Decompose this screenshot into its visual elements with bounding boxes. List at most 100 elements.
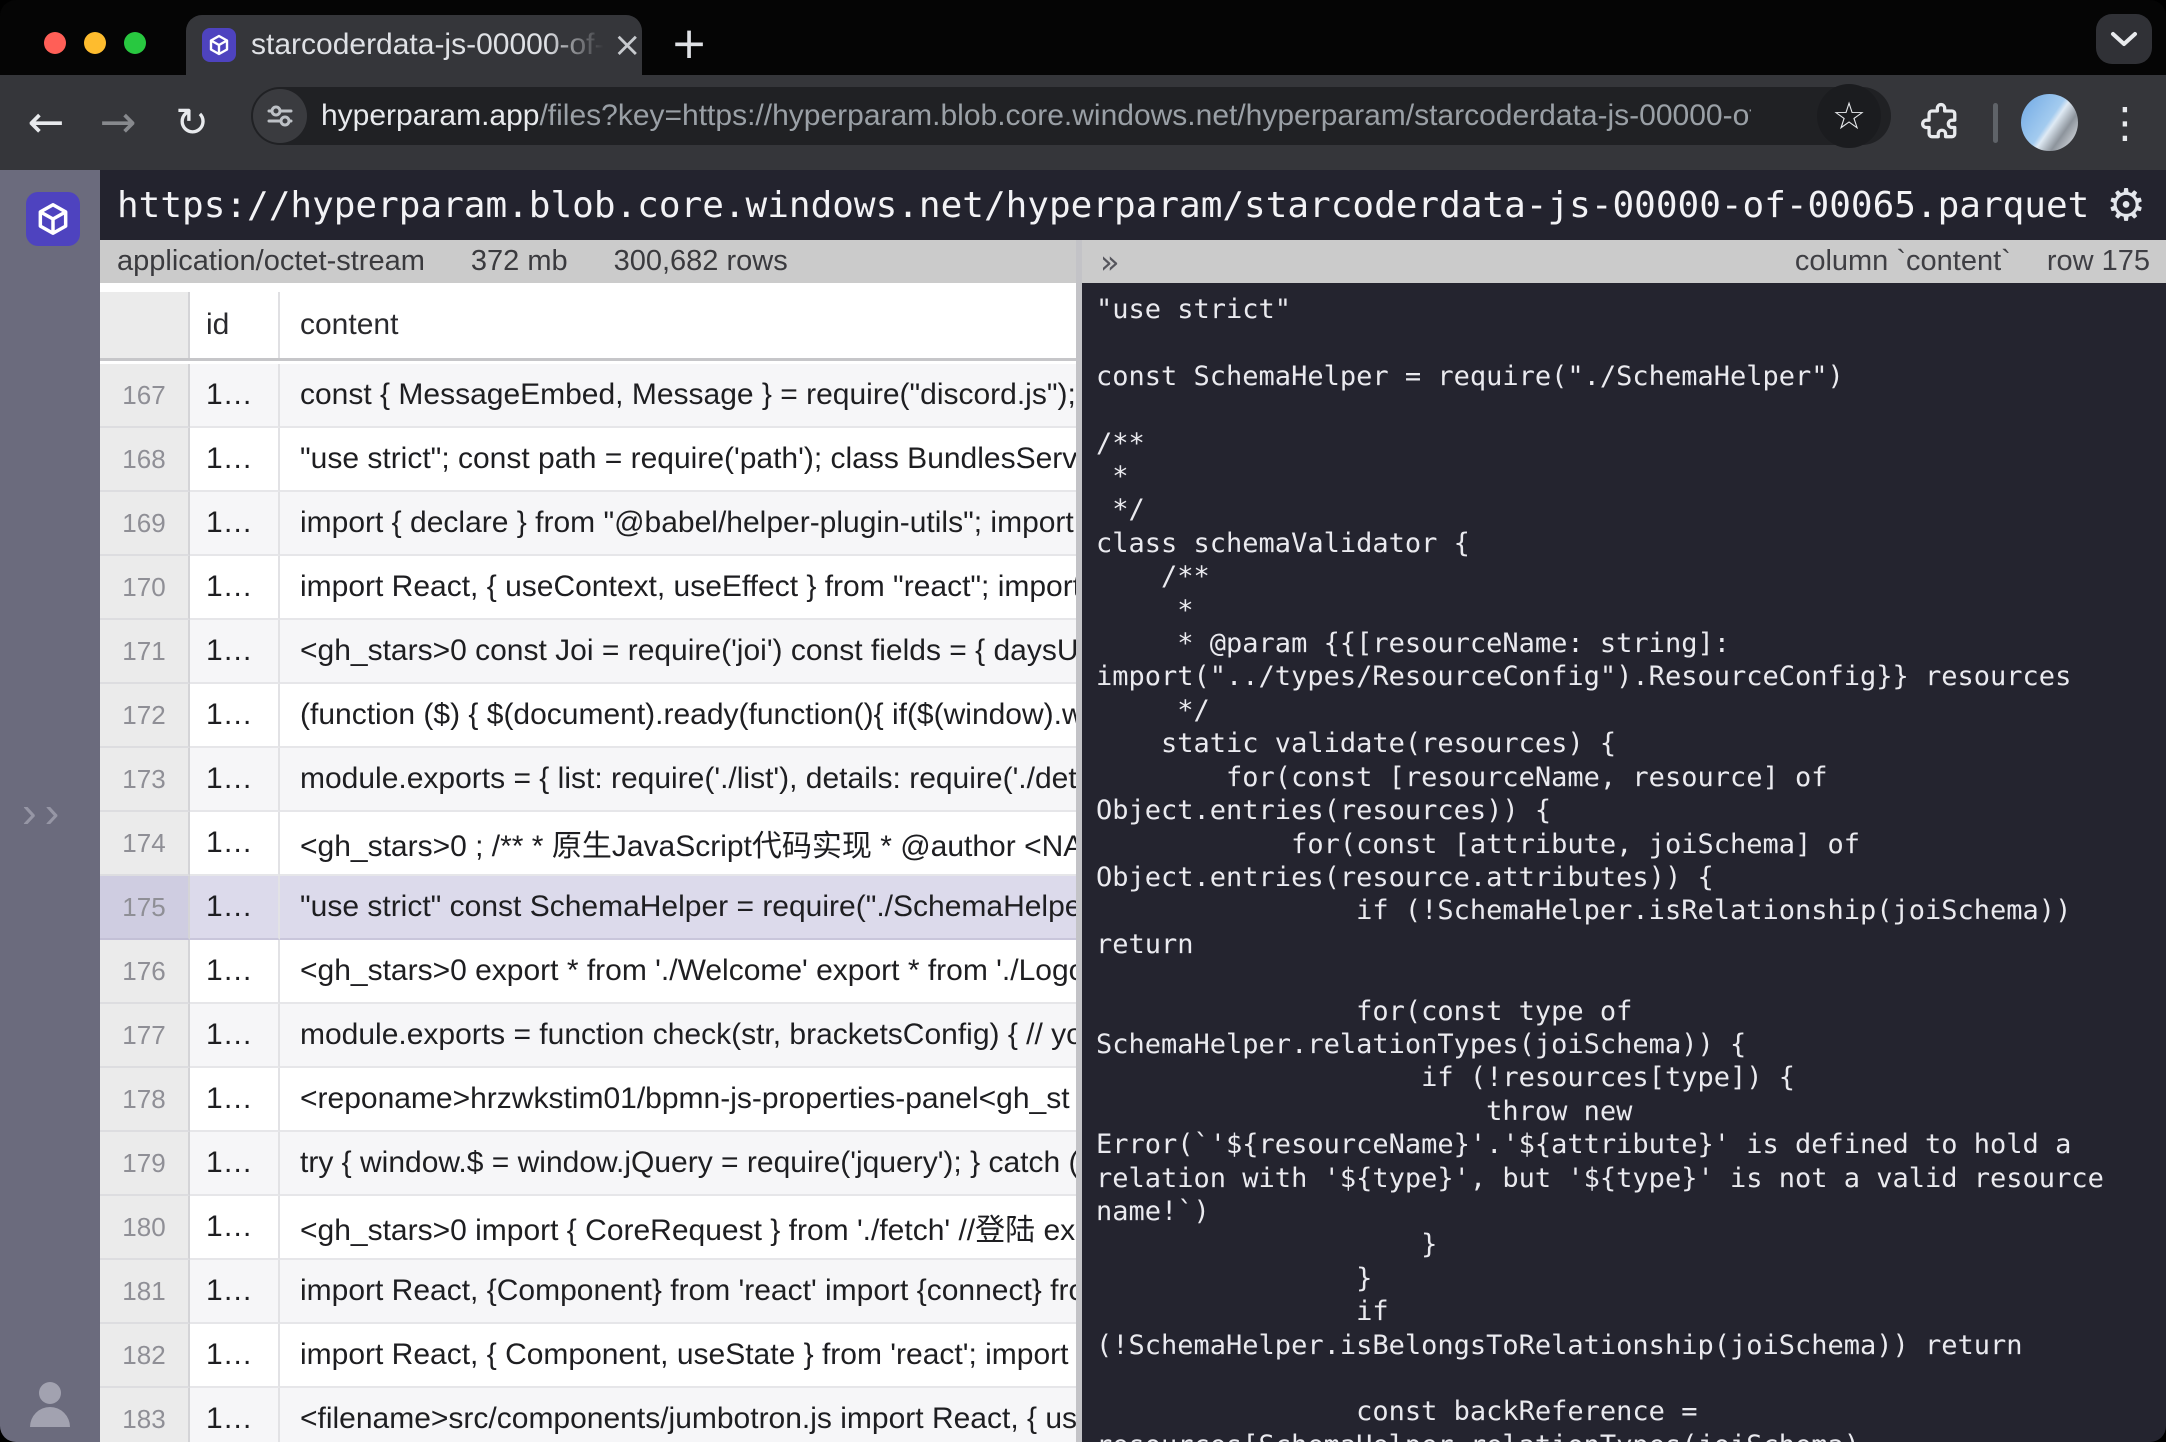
row-number: 173	[100, 748, 190, 812]
table-row[interactable]: 1731…module.exports = { list: require('.…	[100, 748, 1076, 812]
table-row[interactable]: 1811…import React, {Component} from 'rea…	[100, 1260, 1076, 1324]
cell-content: import React, { Component, useState } fr…	[280, 1324, 1076, 1388]
cell-detail-panel: "use strict" const SchemaHelper = requir…	[1082, 283, 2166, 1442]
cell-id: 1…	[190, 1132, 280, 1196]
toolbar-divider	[1993, 103, 1998, 143]
row-number: 172	[100, 684, 190, 748]
table-row[interactable]: 1681…"use strict"; const path = require(…	[100, 428, 1076, 492]
row-count: 300,682 rows	[614, 245, 788, 278]
chevron-down-icon	[2109, 30, 2139, 48]
table-header: id content	[100, 292, 1076, 361]
user-profile-icon[interactable]	[24, 1379, 76, 1432]
cell-id: 1…	[190, 940, 280, 1004]
zoom-window-button[interactable]	[124, 32, 146, 54]
cell-content: <gh_stars>0 ; /** * 原生JavaScript代码实现 * @…	[280, 812, 1076, 876]
app-sidebar: ››	[0, 170, 100, 1442]
cell-content: const { MessageEmbed, Message } = requir…	[280, 364, 1076, 428]
browser-tab[interactable]: starcoderdata-js-00000-of-0 ×	[186, 15, 642, 75]
row-number: 177	[100, 1004, 190, 1068]
data-table: id content 1671…const { MessageEmbed, Me…	[100, 283, 1076, 1442]
row-number: 181	[100, 1260, 190, 1324]
browser-menu-button[interactable]: ⋮	[2100, 75, 2150, 170]
column-header-id[interactable]: id	[190, 292, 280, 358]
cell-content: <gh_stars>0 import { CoreRequest } from …	[280, 1196, 1076, 1260]
cell-id: 1…	[190, 1004, 280, 1068]
cell-id: 1…	[190, 428, 280, 492]
bookmark-button[interactable]: ☆	[1817, 84, 1881, 148]
row-number: 167	[100, 364, 190, 428]
file-meta: application/octet-stream 372 mb 300,682 …	[100, 240, 788, 283]
table-row[interactable]: 1761…<gh_stars>0 export * from './Welcom…	[100, 940, 1076, 1004]
url-domain: hyperparam.app	[321, 99, 539, 132]
tab-title: starcoderdata-js-00000-of-0	[251, 28, 611, 62]
table-row[interactable]: 1781…<reponame>hrzwkstim01/bpmn-js-prope…	[100, 1068, 1076, 1132]
hyperparam-favicon-cube-icon	[202, 28, 236, 62]
gear-icon: ⚙	[2106, 180, 2145, 231]
table-row[interactable]: 1701…import React, { useContext, useEffe…	[100, 556, 1076, 620]
row-number: 176	[100, 940, 190, 1004]
cell-content: module.exports = function check(str, bra…	[280, 1004, 1076, 1068]
hyperparam-logo-cube-icon[interactable]	[26, 192, 80, 246]
cell-id: 1…	[190, 556, 280, 620]
detail-panel-header: » column `content` row 175	[1082, 240, 2166, 283]
tab-close-icon[interactable]: ×	[613, 28, 642, 62]
settings-button[interactable]: ⚙	[2096, 170, 2156, 240]
cell-content: module.exports = { list: require('./list…	[280, 748, 1076, 812]
row-number: 179	[100, 1132, 190, 1196]
address-bar[interactable]: hyperparam.app/files?key=https://hyperpa…	[251, 87, 1891, 145]
cell-content: <gh_stars>0 export * from './Welcome' ex…	[280, 940, 1076, 1004]
table-row[interactable]: 1721…(function ($) { $(document).ready(f…	[100, 684, 1076, 748]
cell-content: (function ($) { $(document).ready(functi…	[280, 684, 1076, 748]
row-number: 180	[100, 1196, 190, 1260]
table-row[interactable]: 1691…import { declare } from "@babel/hel…	[100, 492, 1076, 556]
profile-avatar[interactable]	[2021, 94, 2078, 151]
tab-search-button[interactable]	[2096, 14, 2152, 64]
titlebar: starcoderdata-js-00000-of-0 × +	[0, 0, 2166, 75]
row-number: 169	[100, 492, 190, 556]
cell-id: 1…	[190, 1260, 280, 1324]
table-row[interactable]: 1671…const { MessageEmbed, Message } = r…	[100, 364, 1076, 428]
row-number: 183	[100, 1388, 190, 1442]
site-info-icon[interactable]	[253, 89, 307, 143]
cell-content: <gh_stars>0 const Joi = require('joi') c…	[280, 620, 1076, 684]
reload-button[interactable]: ↻	[162, 75, 222, 170]
detail-row-label: row 175	[2047, 245, 2150, 278]
table-row[interactable]: 1831…<filename>src/components/jumbotron.…	[100, 1388, 1076, 1442]
cell-content: import { declare } from "@babel/helper-p…	[280, 492, 1076, 556]
browser-toolbar: ← → ↻ hyperparam.app/files?key=https://h…	[0, 75, 2166, 170]
table-row[interactable]: 1711…<gh_stars>0 const Joi = require('jo…	[100, 620, 1076, 684]
table-row[interactable]: 1801…<gh_stars>0 import { CoreRequest } …	[100, 1196, 1076, 1260]
table-row[interactable]: 1791…try { window.$ = window.jQuery = re…	[100, 1132, 1076, 1196]
row-number: 171	[100, 620, 190, 684]
table-row[interactable]: 1771…module.exports = function check(str…	[100, 1004, 1076, 1068]
minimize-window-button[interactable]	[84, 32, 106, 54]
new-tab-button[interactable]: +	[666, 22, 712, 68]
cell-id: 1…	[190, 1324, 280, 1388]
cell-content: import React, { useContext, useEffect } …	[280, 556, 1076, 620]
table-row[interactable]: 1741…<gh_stars>0 ; /** * 原生JavaScript代码实…	[100, 812, 1076, 876]
sidebar-expand-chevrons-icon[interactable]: ››	[22, 788, 67, 838]
cell-id: 1…	[190, 1196, 280, 1260]
puzzle-icon	[1919, 100, 1963, 144]
close-window-button[interactable]	[44, 32, 66, 54]
browser-window: starcoderdata-js-00000-of-0 × + ← → ↻ hy…	[0, 0, 2166, 1442]
url-text[interactable]: hyperparam.app/files?key=https://hyperpa…	[321, 99, 1751, 133]
cell-id: 1…	[190, 620, 280, 684]
collapse-panel-icon[interactable]: »	[1100, 243, 1120, 281]
star-icon: ☆	[1832, 94, 1866, 138]
cell-id: 1…	[190, 1068, 280, 1132]
forward-button[interactable]: →	[88, 75, 148, 170]
meta-band: application/octet-stream 372 mb 300,682 …	[100, 240, 2166, 283]
back-button[interactable]: ←	[16, 75, 76, 170]
cell-content: try { window.$ = window.jQuery = require…	[280, 1132, 1076, 1196]
cell-id: 1…	[190, 748, 280, 812]
table-body: 1671…const { MessageEmbed, Message } = r…	[100, 364, 1076, 1442]
table-row[interactable]: 1821…import React, { Component, useState…	[100, 1324, 1076, 1388]
table-row[interactable]: 1751…"use strict" const SchemaHelper = r…	[100, 876, 1076, 940]
cell-id: 1…	[190, 684, 280, 748]
extensions-button[interactable]	[1914, 95, 1968, 149]
cell-id: 1…	[190, 492, 280, 556]
column-header-content[interactable]: content	[280, 292, 1076, 358]
detail-column-label: column `content`	[1795, 245, 2011, 278]
file-url-header: https://hyperparam.blob.core.windows.net…	[100, 170, 2166, 240]
